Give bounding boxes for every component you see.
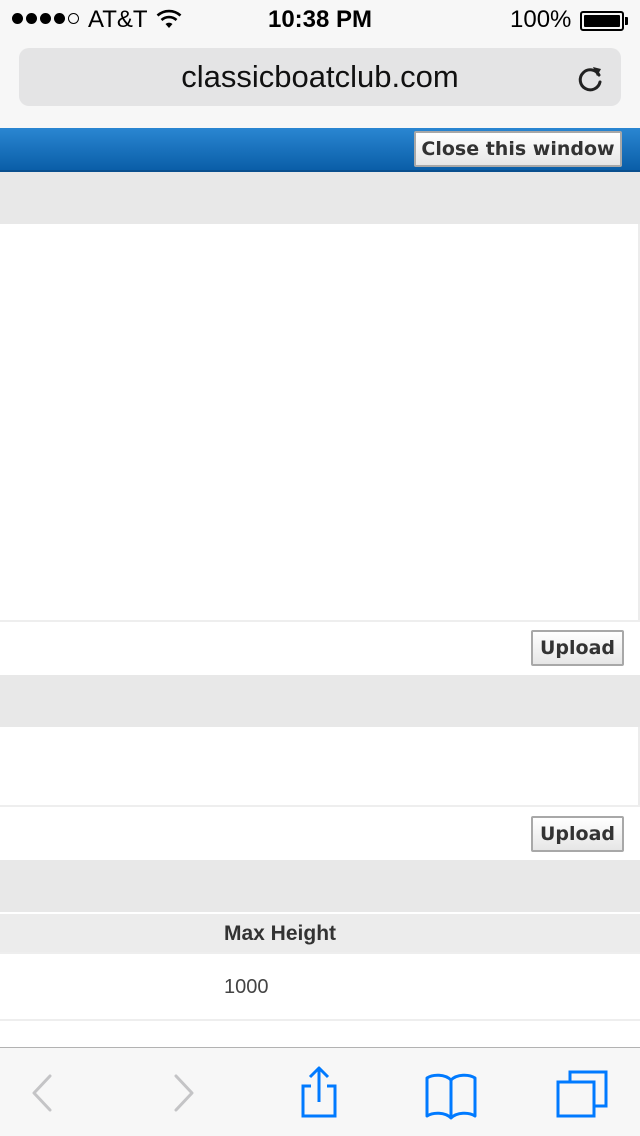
url-field[interactable]: classicboatclub.com bbox=[19, 48, 621, 106]
popup-header-bar: Close this window bbox=[0, 128, 640, 172]
divider bbox=[0, 952, 640, 954]
bookmarks-icon[interactable] bbox=[423, 1066, 479, 1122]
max-height-column-header: Max Height bbox=[224, 922, 337, 945]
url-text[interactable]: classicboatclub.com bbox=[19, 59, 621, 95]
image-preview-area bbox=[0, 224, 640, 620]
close-window-button[interactable]: Close this window bbox=[414, 131, 622, 167]
status-bar: AT&T 10:38 PM 100% bbox=[0, 0, 640, 40]
tabs-icon[interactable] bbox=[554, 1066, 610, 1122]
divider bbox=[0, 1019, 640, 1021]
section-band-1 bbox=[0, 172, 640, 224]
upload-button-1[interactable]: Upload bbox=[531, 630, 624, 666]
section-band-2 bbox=[0, 675, 640, 727]
upload-button-2[interactable]: Upload bbox=[531, 816, 624, 852]
file-area bbox=[0, 727, 640, 805]
browser-toolbar bbox=[0, 1047, 640, 1136]
divider bbox=[0, 805, 640, 807]
battery-tip bbox=[625, 17, 628, 25]
back-icon[interactable] bbox=[14, 1066, 70, 1122]
reload-icon[interactable] bbox=[576, 63, 606, 93]
battery-icon bbox=[580, 11, 624, 31]
divider bbox=[0, 620, 640, 622]
battery-percent: 100% bbox=[510, 6, 572, 33]
max-height-value: 1000 bbox=[224, 976, 269, 998]
forward-icon[interactable] bbox=[156, 1066, 212, 1122]
section-band-3 bbox=[0, 860, 640, 912]
share-icon[interactable] bbox=[291, 1066, 347, 1122]
browser-address-bar: classicboatclub.com bbox=[0, 40, 640, 128]
